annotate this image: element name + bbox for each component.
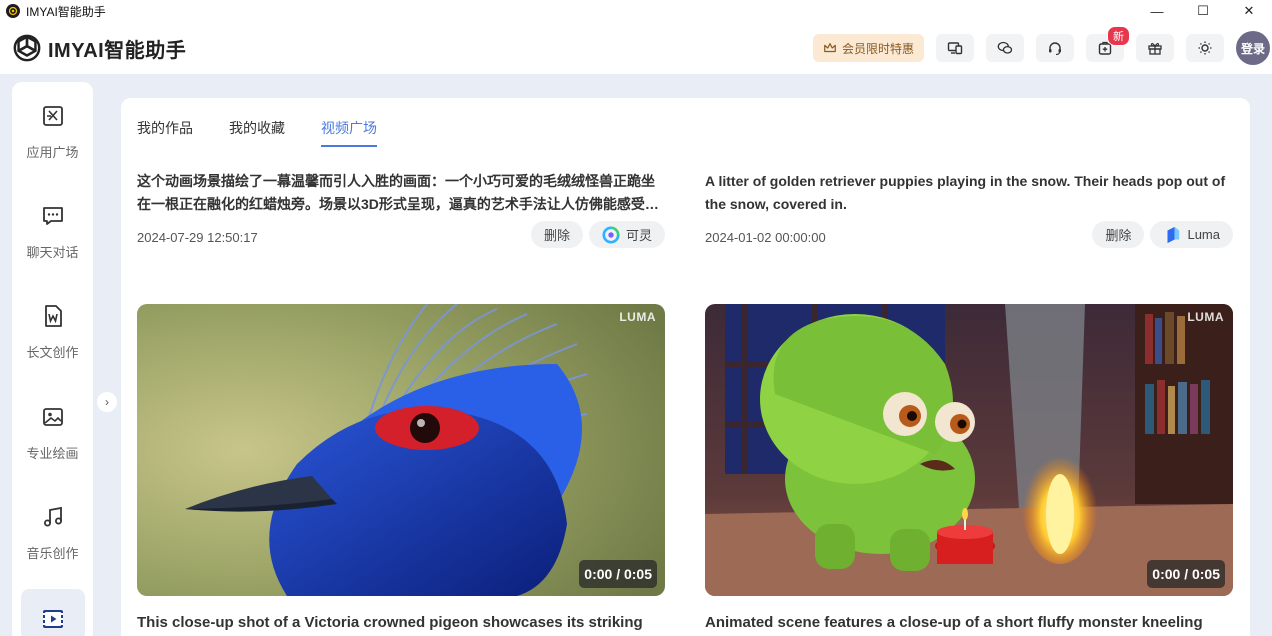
video-player[interactable]: LUMA 0:00 / 0:05 — [137, 304, 665, 596]
provider-name: 可灵 — [625, 228, 652, 243]
video-card[interactable]: A litter of golden retriever puppies pla… — [705, 170, 1233, 251]
card-meta: 2024-01-02 00:00:00 删除 Luma — [705, 221, 1233, 251]
card-actions: 删除 可灵 — [530, 221, 665, 248]
document-icon — [41, 304, 65, 328]
sidebar-item-painting[interactable]: 专业绘画 — [12, 405, 93, 462]
sidebar-item-long-writing[interactable]: 长文创作 — [12, 304, 93, 361]
card-meta: 2024-07-29 12:50:17 删除 可灵 — [137, 221, 665, 251]
music-icon — [41, 505, 65, 529]
video-time: 0:00 / 0:05 — [579, 560, 657, 588]
app-store-button[interactable]: 新 — [1086, 26, 1130, 62]
support-button[interactable] — [1036, 34, 1074, 62]
luma-watermark: LUMA — [619, 310, 656, 324]
sidebar-item-video[interactable] — [12, 589, 93, 636]
pigeon-video-frame — [137, 304, 665, 596]
sidebar-item-label: 应用广场 — [26, 145, 79, 160]
window-title: IMYAI智能助手 — [26, 4, 106, 19]
login-button[interactable]: 登录 — [1236, 31, 1270, 65]
headset-icon — [1049, 42, 1061, 56]
provider-badge[interactable]: Luma — [1150, 221, 1233, 248]
video-description: 这个动画场景描绘了一幕温馨而引人入胜的画面：一个小巧可爱的毛绒绒怪兽正跪坐在一根… — [137, 173, 659, 212]
vip-offer-button[interactable]: 会员限时特惠 — [812, 34, 924, 62]
logo[interactable]: IMYAI智能助手 — [12, 33, 186, 63]
sidebar-item-label: 音乐创作 — [26, 546, 79, 561]
card-actions: 删除 Luma — [1092, 221, 1233, 248]
close-button[interactable]: ✕ — [1226, 0, 1272, 22]
sidebar-item-music[interactable]: 音乐创作 — [12, 505, 93, 562]
video-caption: Animated scene features a close-up of a … — [705, 614, 1203, 631]
logo-text: IMYAI智能助手 — [48, 39, 187, 62]
vip-offer-label: 会员限时特惠 — [841, 41, 914, 56]
openai-logo-icon — [13, 34, 41, 62]
theme-toggle-button[interactable] — [1186, 34, 1224, 62]
window-titlebar: IMYAI智能助手 — ☐ ✕ — [0, 0, 1272, 22]
wechat-icon — [997, 41, 1013, 54]
monster-video-frame — [705, 304, 1233, 596]
provider-name: Luma — [1187, 227, 1220, 242]
video-caption: This close-up shot of a Victoria crowned… — [137, 614, 643, 631]
delete-button[interactable]: 删除 — [1092, 221, 1145, 248]
image-icon — [41, 405, 65, 429]
video-icon — [41, 607, 65, 631]
video-time: 0:00 / 0:05 — [1147, 560, 1225, 588]
delete-button[interactable]: 删除 — [530, 221, 583, 248]
sidebar-collapse-toggle[interactable]: › — [97, 392, 117, 412]
window-controls: — ☐ ✕ — [1134, 0, 1272, 22]
theme-toggle-icon — [1198, 41, 1212, 55]
tab-my-favorites[interactable]: 我的收藏 — [229, 118, 285, 147]
sidebar-item-label: 专业绘画 — [26, 446, 79, 461]
created-date: 2024-07-29 12:50:17 — [137, 230, 258, 245]
devices-icon — [947, 42, 963, 55]
luma-icon — [1167, 226, 1180, 243]
wechat-button[interactable] — [986, 34, 1024, 62]
created-date: 2024-01-02 00:00:00 — [705, 230, 826, 245]
video-card[interactable]: 这个动画场景描绘了一幕温馨而引人入胜的画面：一个小巧可爱的毛绒绒怪兽正跪坐在一根… — [137, 170, 665, 251]
sidebar-item-app-square[interactable]: 应用广场 — [12, 104, 93, 161]
luma-watermark: LUMA — [1187, 310, 1224, 324]
gift-button[interactable] — [1136, 34, 1174, 62]
maximize-button[interactable]: ☐ — [1180, 0, 1226, 22]
tab-bar: 我的作品 我的收藏 视频广场 — [137, 118, 377, 147]
video-player[interactable]: LUMA 0:00 / 0:05 — [705, 304, 1233, 596]
tab-my-works[interactable]: 我的作品 — [137, 118, 193, 147]
header-actions: 会员限时特惠 新 登录 — [812, 22, 1272, 74]
gift-icon — [1148, 42, 1162, 55]
main-panel: 我的作品 我的收藏 视频广场 这个动画场景描绘了一幕温馨而引人入胜的画面：一个小… — [121, 98, 1250, 636]
app-header: IMYAI智能助手 会员限时特惠 新 登录 — [0, 22, 1272, 74]
devices-button[interactable] — [936, 34, 974, 62]
app-square-icon — [41, 104, 65, 128]
sidebar-item-label: 长文创作 — [26, 345, 79, 360]
tab-video-square[interactable]: 视频广场 — [321, 118, 377, 147]
provider-badge[interactable]: 可灵 — [588, 221, 665, 248]
crown-icon — [824, 43, 836, 53]
sidebar-item-active-box — [20, 589, 85, 636]
chat-icon — [41, 204, 65, 228]
sidebar: 应用广场 聊天对话 长文创作 专业绘画 音乐创作 — [12, 82, 93, 636]
sidebar-item-label: 聊天对话 — [26, 245, 79, 260]
minimize-button[interactable]: — — [1134, 0, 1180, 22]
new-badge: 新 — [1107, 26, 1130, 46]
app-logo-icon — [6, 4, 20, 18]
video-description: A litter of golden retriever puppies pla… — [705, 173, 1226, 212]
sidebar-item-chat[interactable]: 聊天对话 — [12, 204, 93, 261]
kling-icon — [602, 225, 620, 244]
